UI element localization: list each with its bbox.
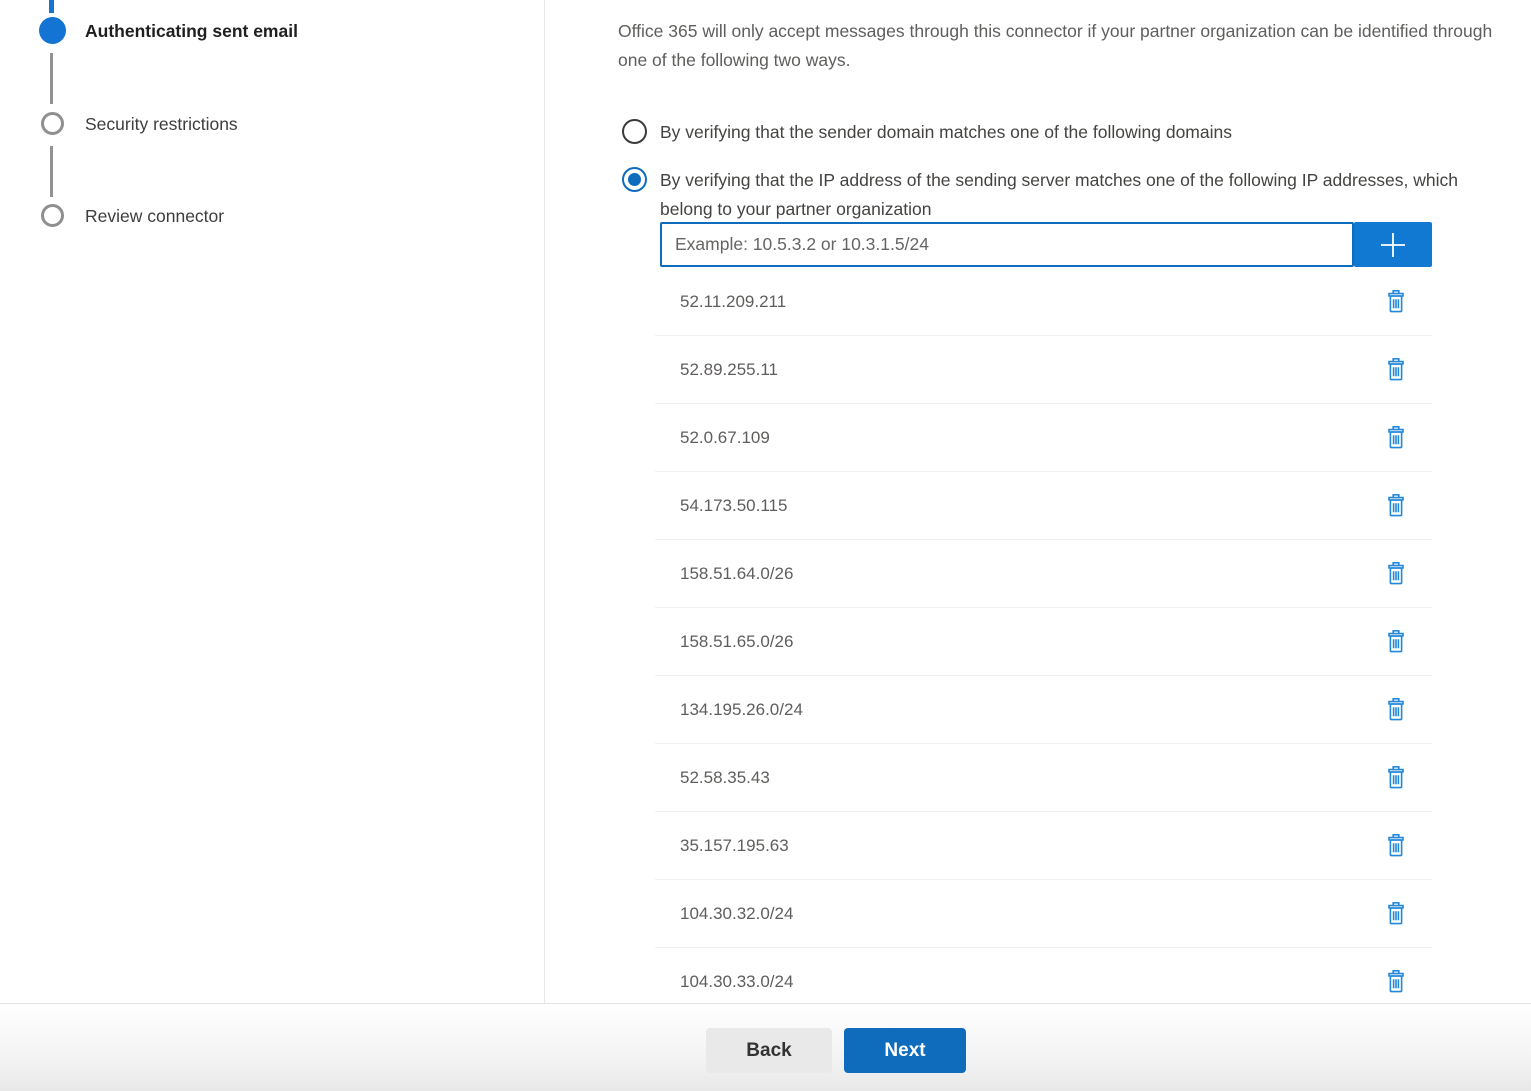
delete-ip-button[interactable] bbox=[1385, 900, 1407, 928]
ip-address-value: 52.0.67.109 bbox=[680, 428, 770, 448]
add-ip-button[interactable] bbox=[1354, 222, 1432, 267]
next-button[interactable]: Next bbox=[844, 1028, 966, 1073]
step-indicator-authenticating bbox=[39, 17, 66, 44]
trash-icon bbox=[1387, 901, 1405, 926]
ip-row: 35.157.195.63 bbox=[655, 812, 1432, 880]
ip-address-value: 52.89.255.11 bbox=[680, 360, 778, 380]
ip-address-value: 158.51.64.0/26 bbox=[680, 564, 793, 584]
ip-address-value: 52.58.35.43 bbox=[680, 768, 770, 788]
delete-ip-button[interactable] bbox=[1385, 968, 1407, 996]
ip-address-list: 52.11.209.211 52.89.255.11 52.0.67.109 bbox=[655, 268, 1432, 1003]
trash-icon bbox=[1387, 561, 1405, 586]
ip-address-value: 104.30.32.0/24 bbox=[680, 904, 793, 924]
option-verify-sender-domain[interactable]: By verifying that the sender domain matc… bbox=[622, 118, 1232, 147]
trash-icon bbox=[1387, 357, 1405, 382]
radio-unselected-icon[interactable] bbox=[622, 119, 647, 144]
option-verify-sender-domain-label: By verifying that the sender domain matc… bbox=[660, 118, 1232, 147]
ip-row: 158.51.64.0/26 bbox=[655, 540, 1432, 608]
delete-ip-button[interactable] bbox=[1385, 288, 1407, 316]
ip-row: 52.58.35.43 bbox=[655, 744, 1432, 812]
plus-icon bbox=[1375, 227, 1411, 263]
connector-authentication-panel: Office 365 will only accept messages thr… bbox=[546, 0, 1531, 1003]
delete-ip-button[interactable] bbox=[1385, 628, 1407, 656]
option-verify-ip-address[interactable]: By verifying that the IP address of the … bbox=[622, 166, 1472, 223]
delete-ip-button[interactable] bbox=[1385, 492, 1407, 520]
step-indicator-review-connector bbox=[41, 204, 64, 227]
trash-icon bbox=[1387, 425, 1405, 450]
delete-ip-button[interactable] bbox=[1385, 696, 1407, 724]
radio-selected-icon[interactable] bbox=[622, 167, 647, 192]
delete-ip-button[interactable] bbox=[1385, 764, 1407, 792]
stepper-connector bbox=[50, 146, 53, 197]
ip-row: 158.51.65.0/26 bbox=[655, 608, 1432, 676]
ip-address-value: 134.195.26.0/24 bbox=[680, 700, 803, 720]
ip-row: 54.173.50.115 bbox=[655, 472, 1432, 540]
intro-text: Office 365 will only accept messages thr… bbox=[618, 17, 1498, 74]
back-button[interactable]: Back bbox=[706, 1028, 832, 1073]
ip-address-value: 54.173.50.115 bbox=[680, 496, 787, 516]
stepper-connector-above bbox=[49, 0, 54, 13]
ip-row: 52.89.255.11 bbox=[655, 336, 1432, 404]
delete-ip-button[interactable] bbox=[1385, 424, 1407, 452]
ip-row: 104.30.33.0/24 bbox=[655, 948, 1432, 1003]
ip-row: 52.11.209.211 bbox=[655, 268, 1432, 336]
ip-address-input[interactable] bbox=[660, 222, 1354, 267]
ip-address-value: 52.11.209.211 bbox=[680, 292, 786, 312]
wizard-stepper-sidebar: Authenticating sent email Security restr… bbox=[0, 0, 545, 1003]
delete-ip-button[interactable] bbox=[1385, 560, 1407, 588]
trash-icon bbox=[1387, 493, 1405, 518]
step-label-review-connector: Review connector bbox=[85, 204, 224, 228]
step-label-authenticating-sent-email: Authenticating sent email bbox=[85, 19, 298, 43]
ip-address-value: 104.30.33.0/24 bbox=[680, 972, 793, 992]
wizard-footer: Back Next bbox=[0, 1003, 1531, 1091]
trash-icon bbox=[1387, 765, 1405, 790]
delete-ip-button[interactable] bbox=[1385, 832, 1407, 860]
ip-address-value: 35.157.195.63 bbox=[680, 836, 789, 856]
trash-icon bbox=[1387, 969, 1405, 994]
trash-icon bbox=[1387, 833, 1405, 858]
stepper-connector bbox=[50, 53, 53, 104]
option-verify-ip-address-label: By verifying that the IP address of the … bbox=[660, 166, 1472, 223]
trash-icon bbox=[1387, 629, 1405, 654]
ip-row: 52.0.67.109 bbox=[655, 404, 1432, 472]
step-indicator-security-restrictions bbox=[41, 112, 64, 135]
delete-ip-button[interactable] bbox=[1385, 356, 1407, 384]
ip-row: 104.30.32.0/24 bbox=[655, 880, 1432, 948]
step-label-security-restrictions: Security restrictions bbox=[85, 112, 238, 136]
radio-dot bbox=[628, 173, 641, 186]
trash-icon bbox=[1387, 697, 1405, 722]
ip-row: 134.195.26.0/24 bbox=[655, 676, 1432, 744]
ip-address-value: 158.51.65.0/26 bbox=[680, 632, 793, 652]
trash-icon bbox=[1387, 289, 1405, 314]
